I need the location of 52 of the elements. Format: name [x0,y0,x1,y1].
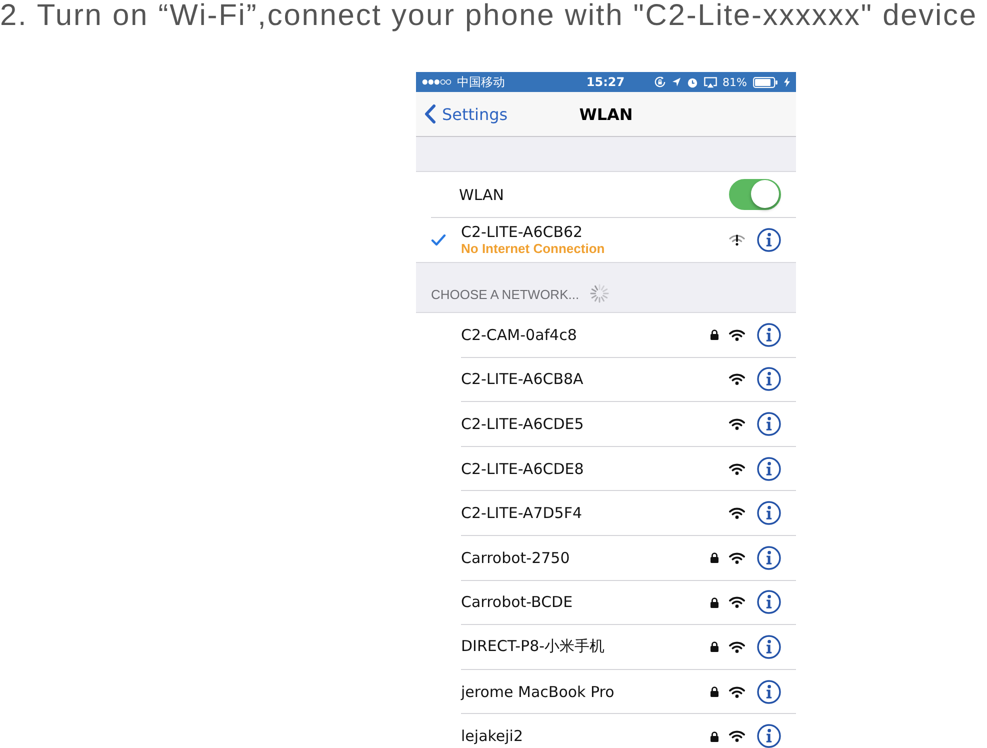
network-name[interactable]: lejakeji2 [461,727,524,746]
info-button[interactable] [757,367,781,392]
wifi-icon [729,552,745,564]
charging-bolt-icon [784,77,790,87]
info-button[interactable] [757,501,781,526]
network-name[interactable]: C2-LITE-A6CB8A [461,370,584,388]
info-button[interactable] [757,412,781,436]
wifi-warning-icon [729,234,745,246]
wlan-label: WLAN [459,186,504,204]
info-button[interactable] [757,322,781,347]
network-name[interactable]: C2-LITE-A6CDE8 [461,460,584,478]
info-button[interactable] [757,228,781,252]
info-button[interactable] [757,634,781,659]
wifi-icon [729,686,745,698]
wifi-icon [729,328,745,341]
battery-percent: 81% [722,76,747,88]
instruction-text: 2. Turn on “Wi-Fi”,connect your phone with "C2-Lite-xxxxxx" device [0,0,978,32]
info-button[interactable] [757,546,781,570]
network-name[interactable]: DIRECT-P8-小米手机 [461,637,605,656]
orientation-lock-icon [654,76,666,88]
signal-strength-icon [421,79,452,85]
network-name[interactable]: jerome MacBook Pro [461,682,614,701]
info-button[interactable] [757,456,781,481]
chevron-left-icon [424,104,436,124]
wifi-icon [729,730,745,742]
wifi-icon [729,373,745,386]
wifi-icon [729,640,745,653]
network-name[interactable]: C2-CAM-0af4c8 [461,326,577,344]
back-button[interactable]: Settings [416,104,508,124]
info-button[interactable] [757,590,781,614]
battery-icon [753,76,778,88]
wifi-icon [729,596,745,608]
location-arrow-icon [672,77,681,87]
network-name[interactable]: Carrobot-2750 [461,548,570,567]
info-button[interactable] [757,724,781,748]
screen-title: WLAN [579,104,633,124]
network-name[interactable]: C2-LITE-A6CB62 [461,224,583,241]
screen-mirroring-icon [704,76,717,88]
carrier-name: 中国移动 [457,74,505,90]
status-time: 15:27 [586,75,625,89]
alarm-clock-icon [686,76,698,88]
info-button[interactable] [757,680,781,704]
spinner-icon [590,284,610,303]
section-header: CHOOSE A NETWORK... [431,286,580,303]
wifi-icon [729,418,745,430]
wifi-icon [729,507,745,520]
connection-status: No Internet Connection [461,241,605,256]
toggle-switch[interactable] [729,179,781,210]
network-name[interactable]: C2-LITE-A6CDE5 [461,414,584,433]
network-name[interactable]: Carrobot-BCDE [461,593,573,612]
network-name[interactable]: C2-LITE-A7D5F4 [461,504,582,522]
wifi-icon [729,462,745,475]
